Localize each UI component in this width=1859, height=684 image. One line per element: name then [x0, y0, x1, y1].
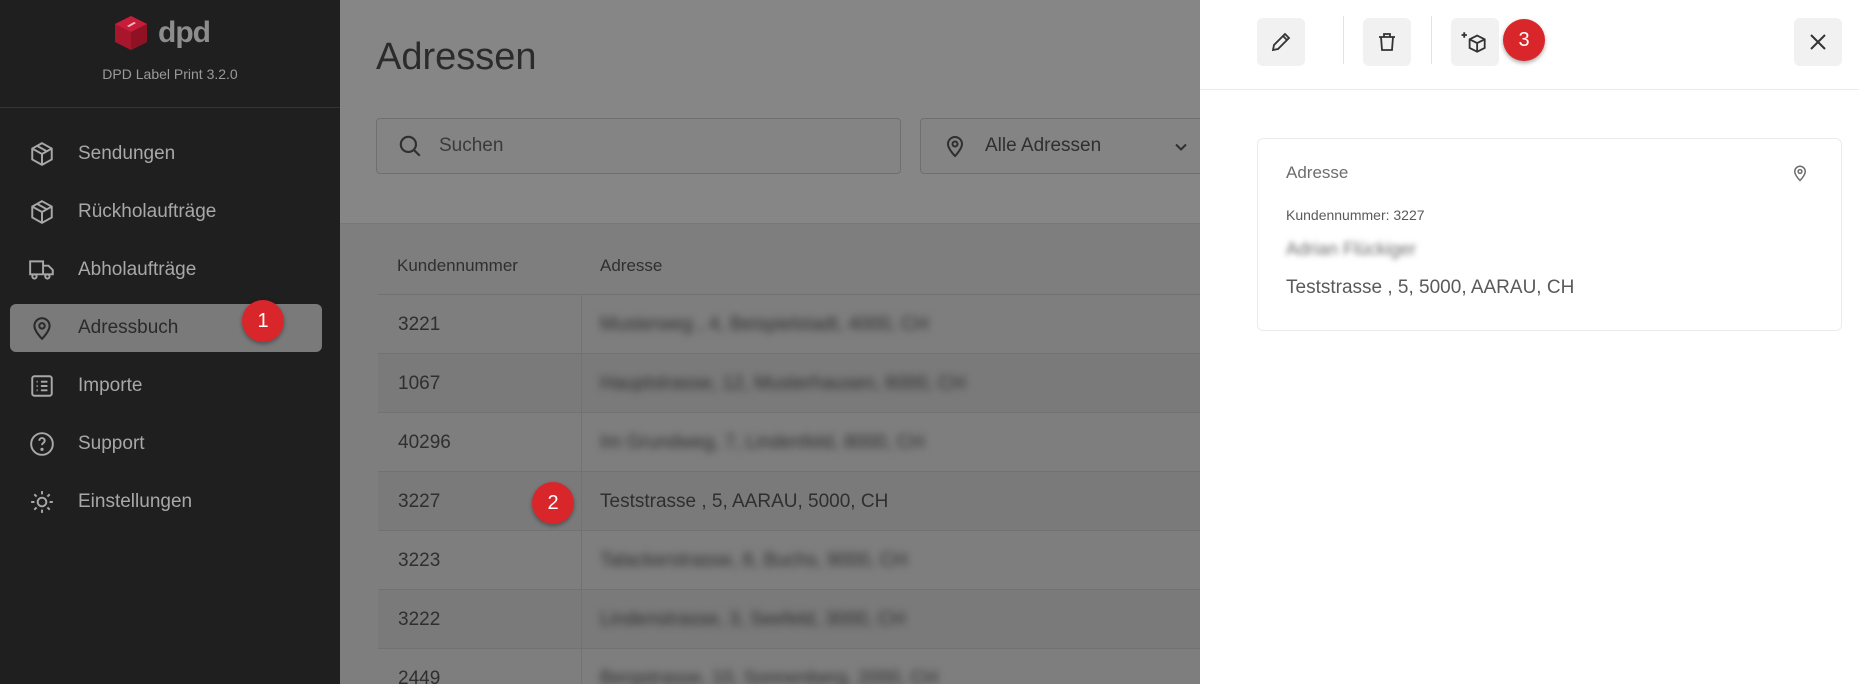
step-badge-1: 1 — [242, 300, 284, 342]
cell-address: Teststrasse , 5, AARAU, 5000, CH — [600, 490, 889, 512]
dpd-cube-icon — [115, 16, 147, 50]
sidebar-item-einstellungen[interactable]: Einstellungen — [10, 478, 322, 526]
edit-button[interactable] — [1257, 18, 1305, 66]
cell-customer-number: 40296 — [378, 413, 582, 472]
sidebar-item-label: Rückholaufträge — [78, 201, 217, 222]
cell-customer-number: 2449 — [378, 649, 582, 684]
sidebar-item-sendungen[interactable]: Sendungen — [10, 130, 322, 178]
filter-value: Alle Adressen — [985, 135, 1102, 156]
contact-name: Adrian Flückiger — [1286, 239, 1417, 259]
close-icon — [1810, 34, 1826, 50]
location-pin-icon — [1793, 165, 1807, 182]
sidebar-item-abholauftraege[interactable]: Abholaufträge — [10, 246, 322, 294]
help-icon — [28, 430, 56, 458]
step-badge-2: 2 — [532, 482, 574, 524]
list-icon — [28, 372, 56, 400]
gear-icon — [28, 488, 56, 516]
cell-address: Bergstrasse, 10, Sonnenberg, 2000, CH — [600, 667, 938, 684]
cell-address: Hauptstrasse, 12, Musterhausen, 6000, CH — [600, 372, 966, 394]
cell-customer-number: 3221 — [378, 295, 582, 354]
location-pin-icon — [28, 314, 56, 342]
card-label: Adresse — [1286, 163, 1349, 182]
app-version: DPD Label Print 3.2.0 — [102, 66, 238, 82]
pencil-icon — [1271, 32, 1291, 52]
table-row[interactable]: 3222 Lindenstrasse, 3, Seefeld, 3000, CH — [378, 589, 1200, 649]
add-package-icon — [1461, 32, 1486, 53]
cell-address: Musterweg , 4, Beispielstadt, 4000, CH — [600, 313, 929, 335]
table-row[interactable]: 40296 Im Grundweg, 7, Lindenfeld, 8000, … — [378, 412, 1200, 472]
create-shipment-button[interactable] — [1451, 18, 1499, 66]
step-badge-3: 3 — [1503, 19, 1545, 61]
sidebar-item-label: Sendungen — [78, 143, 176, 164]
truck-icon — [28, 256, 56, 284]
table-row[interactable]: 1067 Hauptstrasse, 12, Musterhausen, 600… — [378, 353, 1200, 413]
toolbar-divider — [1343, 16, 1344, 64]
search-icon — [399, 135, 421, 157]
sidebar-item-label: Einstellungen — [78, 491, 193, 512]
cell-customer-number: 3223 — [378, 531, 582, 590]
toolbar-divider — [1431, 16, 1432, 64]
cell-address: Im Grundweg, 7, Lindenfeld, 8000, CH — [600, 431, 925, 453]
address-detail-panel: Adresse Kundennummer: 3227 Adrian Flücki… — [1200, 0, 1859, 684]
address-filter-select[interactable]: Alle Adressen — [920, 118, 1200, 174]
logo-text: dpd — [158, 16, 211, 49]
close-button[interactable] — [1794, 18, 1842, 66]
table-row[interactable]: 3227 Teststrasse , 5, AARAU, 5000, CH — [378, 471, 1200, 531]
cell-address: Lindenstrasse, 3, Seefeld, 3000, CH — [600, 608, 906, 630]
page-title: Adressen — [376, 36, 537, 78]
search-input[interactable]: Suchen — [376, 118, 901, 174]
sidebar-item-label: Adressbuch — [78, 317, 179, 338]
cell-address: Talackerstrasse, 8, Buchs, 9000, CH — [600, 549, 908, 571]
main-content: Adressen Suchen Alle Adressen Kundennumm… — [340, 0, 1200, 684]
sidebar: dpd DPD Label Print 3.2.0 Sendungen Rück… — [0, 0, 340, 684]
sidebar-item-support[interactable]: Support — [10, 420, 322, 468]
column-header-kundennummer[interactable]: Kundennummer — [397, 256, 518, 276]
column-header-adresse[interactable]: Adresse — [600, 256, 662, 276]
brand-header: dpd DPD Label Print 3.2.0 — [0, 0, 340, 108]
package-icon — [28, 198, 56, 226]
delete-button[interactable] — [1363, 18, 1411, 66]
sidebar-item-label: Abholaufträge — [78, 259, 197, 280]
cell-customer-number: 3222 — [378, 590, 582, 649]
package-icon — [28, 140, 56, 168]
table-row[interactable]: 3223 Talackerstrasse, 8, Buchs, 9000, CH — [378, 530, 1200, 590]
sidebar-item-rueckholauftraege[interactable]: Rückholaufträge — [10, 188, 322, 236]
dpd-logo: dpd — [112, 14, 211, 52]
customer-number: Kundennummer: 3227 — [1286, 207, 1425, 223]
location-pin-icon — [946, 136, 964, 158]
sidebar-item-importe[interactable]: Importe — [10, 362, 322, 410]
address-card: Adresse Kundennummer: 3227 Adrian Flücki… — [1257, 138, 1842, 331]
chevron-down-icon — [1175, 143, 1187, 151]
table-row[interactable]: 2449 Bergstrasse, 10, Sonnenberg, 2000, … — [378, 648, 1200, 684]
search-placeholder: Suchen — [439, 135, 504, 156]
card-address: Teststrasse , 5, 5000, AARAU, CH — [1286, 277, 1575, 298]
cell-customer-number: 1067 — [378, 354, 582, 413]
sidebar-item-label: Importe — [78, 375, 143, 396]
trash-icon — [1379, 33, 1395, 51]
main-header: Adressen Suchen Alle Adressen — [340, 0, 1200, 224]
sidebar-item-label: Support — [78, 433, 145, 454]
table-row[interactable]: 3221 Musterweg , 4, Beispielstadt, 4000,… — [378, 294, 1200, 354]
